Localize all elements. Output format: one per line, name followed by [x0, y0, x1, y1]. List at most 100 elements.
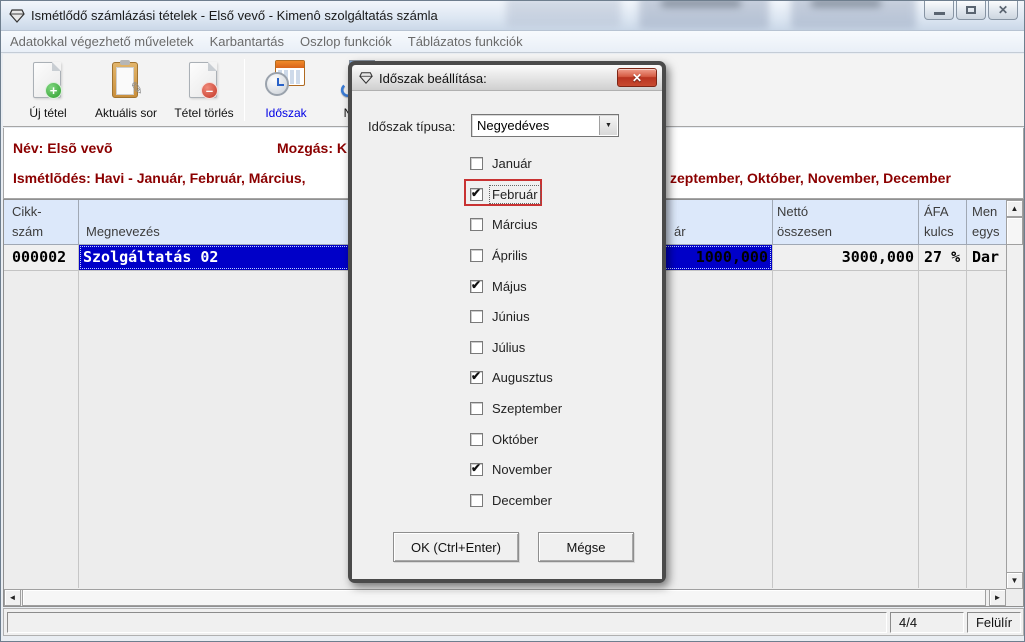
chevron-down-icon: ▼ [605, 122, 612, 129]
menu-item-oszlop-funkciok[interactable]: Oszlop funkciók [292, 34, 400, 49]
col-header-cikkszam-2[interactable]: szám [12, 224, 43, 239]
scroll-up-button[interactable]: ▲ [1006, 200, 1023, 217]
scroll-left-icon: ◄ [9, 594, 17, 602]
col-header-netto-1[interactable]: Nettó [777, 204, 808, 219]
col-header-menny-1[interactable]: Men [972, 204, 997, 219]
ok-button[interactable]: OK (Ctrl+Enter) [393, 532, 519, 562]
period-button[interactable]: Időszak [249, 56, 323, 124]
table-gridline [78, 245, 79, 588]
period-dialog: Időszak beállítása: ✕ Időszak típusa: Ne… [348, 61, 666, 583]
menu-item-tablazatos-funkciok[interactable]: Táblázatos funkciók [400, 34, 531, 49]
record-position-indicator: 4/4 [890, 612, 964, 633]
table-gridline [918, 245, 919, 588]
maximize-icon [966, 6, 976, 14]
month-checkbox-december[interactable]: ✔December [470, 492, 554, 508]
movement-text: Mozgás: K [277, 140, 347, 156]
col-header-egysegar[interactable]: ár [674, 224, 686, 239]
month-checkbox-julius[interactable]: ✔Július [470, 339, 527, 355]
delete-item-icon: – [183, 60, 225, 104]
checkbox-icon[interactable]: ✔ [470, 280, 483, 293]
menu-item-adatokkal[interactable]: Adatokkal végezhető műveletek [1, 34, 202, 49]
checkbox-icon[interactable]: ✔ [470, 218, 483, 231]
app-window: Ismétlődő számlázási tételek - Első vevő… [0, 0, 1025, 642]
col-header-netto-2[interactable]: összesen [777, 224, 832, 239]
scroll-left-button[interactable]: ◄ [4, 589, 21, 606]
month-checkbox-november[interactable]: ✔November [470, 461, 554, 477]
titlebar: Ismétlődő számlázási tételek - Első vevő… [1, 1, 1025, 31]
month-checkbox-aprilis[interactable]: ✔Április [470, 247, 529, 263]
month-checkbox-majus[interactable]: ✔Május [470, 278, 529, 294]
checkbox-icon[interactable]: ✔ [470, 341, 483, 354]
scroll-down-button[interactable]: ▼ [1006, 572, 1023, 589]
scroll-up-icon: ▲ [1011, 205, 1019, 213]
month-checkbox-januar[interactable]: ✔Január [470, 155, 534, 171]
current-row-button[interactable]: ✎ Aktuális sor [89, 56, 163, 124]
period-type-dropdown[interactable]: Negyedéves ▼ [471, 114, 619, 137]
new-item-button[interactable]: + Új tétel [11, 56, 85, 124]
month-checkbox-szeptember[interactable]: ✔Szeptember [470, 400, 564, 416]
cell-cikkszam[interactable]: 000002 [12, 245, 74, 270]
table-gridline [966, 245, 967, 588]
checkbox-icon[interactable]: ✔ [470, 463, 483, 476]
vertical-scrollbar[interactable]: ▲ ▼ [1006, 200, 1023, 589]
minimize-icon [934, 12, 945, 15]
horizontal-scroll-thumb[interactable] [22, 589, 986, 606]
cell-mennyisegi-egyseg[interactable]: Dar [972, 245, 1006, 270]
checkbox-icon[interactable]: ✔ [470, 310, 483, 323]
dialog-diamond-icon [359, 71, 373, 85]
horizontal-scrollbar[interactable]: ◄ ► [4, 589, 1006, 606]
month-checkbox-augusztus[interactable]: ✔Augusztus [470, 369, 555, 385]
close-button[interactable]: ✕ [988, 1, 1018, 20]
checkbox-icon[interactable]: ✔ [470, 433, 483, 446]
dialog-titlebar: Időszak beállítása: ✕ [352, 65, 662, 91]
checkbox-icon[interactable]: ✔ [470, 157, 483, 170]
toolbar-separator [244, 59, 245, 121]
period-type-value: Negyedéves [477, 118, 549, 133]
repetition-text-right: zeptember, Október, November, December [670, 170, 951, 186]
maximize-button[interactable] [956, 1, 986, 20]
tool-label: Időszak [265, 106, 306, 120]
month-checkbox-junius[interactable]: ✔Június [470, 308, 532, 324]
tool-label: Aktuális sor [95, 106, 157, 120]
menu-item-karbantartas[interactable]: Karbantartás [202, 34, 292, 49]
scroll-right-icon: ► [994, 594, 1002, 602]
tool-label: Tétel törlés [174, 106, 233, 120]
dialog-body: Időszak típusa: Negyedéves ▼ ✔Január ✔Fe… [352, 91, 662, 579]
checkbox-icon[interactable]: ✔ [470, 188, 483, 201]
month-checkbox-marcius[interactable]: ✔Március [470, 216, 540, 232]
status-message-section [7, 612, 887, 633]
overwrite-mode-indicator: Felülír [967, 612, 1021, 633]
checkbox-icon[interactable]: ✔ [470, 494, 483, 507]
cell-afa-kulcs[interactable]: 27 % [924, 245, 964, 270]
period-type-label: Időszak típusa: [368, 119, 455, 134]
vertical-scroll-thumb[interactable] [1006, 217, 1023, 245]
current-row-icon: ✎ [105, 60, 147, 104]
dropdown-button[interactable]: ▼ [599, 116, 617, 135]
period-icon [265, 60, 307, 104]
month-checkbox-februar[interactable]: ✔Február [470, 186, 540, 202]
month-checkbox-oktober[interactable]: ✔Október [470, 431, 540, 447]
close-icon: ✕ [998, 4, 1008, 16]
checkbox-icon[interactable]: ✔ [470, 249, 483, 262]
scroll-down-icon: ▼ [1011, 577, 1019, 585]
cell-netto-osszesen[interactable]: 3000,000 [773, 245, 914, 270]
app-diamond-icon [9, 8, 25, 24]
col-header-cikkszam-1[interactable]: Cikk- [12, 204, 42, 219]
dialog-close-button[interactable]: ✕ [617, 68, 657, 87]
dialog-title: Időszak beállítása: [379, 71, 487, 86]
col-header-menny-2[interactable]: egys [972, 224, 999, 239]
header-gridline [772, 200, 773, 245]
scroll-right-button[interactable]: ► [989, 589, 1006, 606]
minimize-button[interactable] [924, 1, 954, 20]
cancel-button[interactable]: Mégse [538, 532, 634, 562]
new-item-icon: + [27, 60, 69, 104]
col-header-afa-1[interactable]: ÁFA [924, 204, 949, 219]
delete-item-button[interactable]: – Tétel törlés [167, 56, 241, 124]
pencil-icon: ✎ [128, 78, 145, 100]
col-header-megnevezes[interactable]: Megnevezés [86, 224, 160, 239]
col-header-afa-2[interactable]: kulcs [924, 224, 954, 239]
checkbox-icon[interactable]: ✔ [470, 371, 483, 384]
checkbox-icon[interactable]: ✔ [470, 402, 483, 415]
menubar: Adatokkal végezhető műveletek Karbantart… [1, 31, 1025, 53]
table-gridline [772, 245, 773, 588]
